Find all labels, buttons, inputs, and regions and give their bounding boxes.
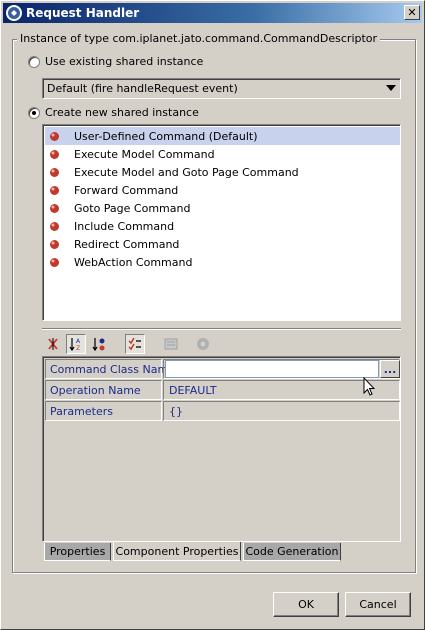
window-title: Request Handler [26, 6, 140, 20]
property-name[interactable]: Parameters [45, 401, 162, 421]
sort-by-type-icon [92, 338, 105, 352]
combo-value: Default (fire handleRequest event) [47, 82, 238, 95]
splitter[interactable] [42, 328, 401, 330]
command-icon [50, 185, 59, 195]
properties-checklist-icon [128, 337, 141, 351]
create-new-radio-row[interactable]: Create new shared instance [28, 106, 199, 119]
existing-instance-combo[interactable]: Default (fire handleRequest event) [42, 78, 401, 99]
list-item[interactable]: Execute Model and Goto Page Command [45, 163, 400, 181]
command-icon [50, 167, 59, 177]
property-name[interactable]: Operation Name [45, 380, 162, 400]
tab-label: Code Generation [245, 545, 339, 558]
list-item[interactable]: Forward Command [45, 181, 400, 199]
unsorted-button[interactable] [43, 334, 63, 354]
command-icon [50, 257, 59, 267]
group-label: Instance of type com.iplanet.jato.comman… [17, 32, 381, 45]
use-existing-label: Use existing shared instance [45, 55, 204, 68]
create-new-radio[interactable] [28, 106, 40, 119]
create-new-label: Create new shared instance [45, 106, 199, 119]
help-button[interactable] [193, 334, 213, 354]
tab-code-generation[interactable]: Code Generation [243, 543, 341, 561]
sort-by-name-icon: A Z [69, 338, 81, 352]
unsorted-icon [48, 338, 58, 350]
list-item[interactable]: WebAction Command [45, 253, 400, 271]
list-item-label: Execute Model and Goto Page Command [74, 165, 299, 179]
sort-by-name-button[interactable]: A Z [66, 334, 86, 354]
list-item[interactable]: Redirect Command [45, 235, 400, 253]
customizer-icon [164, 338, 178, 350]
tab-label: Component Properties [115, 544, 239, 558]
sort-by-type-button[interactable] [89, 334, 109, 354]
list-item-label: User-Defined Command (Default) [74, 129, 258, 143]
list-item[interactable]: User-Defined Command (Default) [45, 127, 400, 145]
property-value[interactable]: {} [163, 401, 400, 421]
list-item[interactable]: Include Command [45, 217, 400, 235]
list-item-label: Redirect Command [74, 237, 180, 251]
svg-text:A: A [76, 338, 81, 345]
list-item-label: Forward Command [74, 183, 179, 197]
list-item-label: Goto Page Command [74, 201, 191, 215]
command-icon [50, 203, 59, 213]
mouse-cursor-icon [363, 377, 375, 396]
app-icon [6, 5, 22, 21]
list-item[interactable]: Goto Page Command [45, 199, 400, 217]
command-icon [50, 131, 59, 141]
use-existing-radio[interactable] [28, 55, 40, 68]
use-existing-radio-row[interactable]: Use existing shared instance [28, 55, 203, 68]
command-list[interactable]: User-Defined Command (Default) Execute M… [42, 124, 401, 321]
title-bar[interactable]: Request Handler ✕ [3, 3, 422, 23]
show-editable-button[interactable] [125, 334, 145, 354]
help-icon [197, 338, 209, 350]
svg-text:Z: Z [76, 345, 80, 352]
tab-label: Properties [49, 545, 106, 558]
property-sheet: Command Class Name ... Operation Name DE… [42, 356, 401, 542]
ok-button[interactable]: OK [273, 592, 339, 617]
list-item[interactable]: Execute Model Command [45, 145, 400, 163]
tab-component-properties[interactable]: Component Properties [113, 542, 241, 561]
request-handler-dialog: Request Handler ✕ Instance of type com.i… [0, 0, 425, 630]
cancel-button[interactable]: Cancel [345, 592, 411, 617]
list-item-label: Execute Model Command [74, 147, 215, 161]
command-icon [50, 239, 59, 249]
tab-properties[interactable]: Properties [44, 543, 111, 561]
close-button[interactable]: ✕ [404, 5, 420, 20]
ellipsis-button[interactable]: ... [380, 360, 400, 378]
chevron-down-icon[interactable] [386, 85, 396, 91]
list-item-label: Include Command [74, 219, 175, 233]
command-class-name-input[interactable] [165, 360, 379, 378]
command-icon [50, 221, 59, 231]
command-icon [50, 149, 59, 159]
property-name[interactable]: Command Class Name [45, 359, 175, 379]
customizer-button[interactable] [161, 334, 181, 354]
close-icon: ✕ [407, 6, 417, 19]
list-item-label: WebAction Command [74, 255, 193, 269]
